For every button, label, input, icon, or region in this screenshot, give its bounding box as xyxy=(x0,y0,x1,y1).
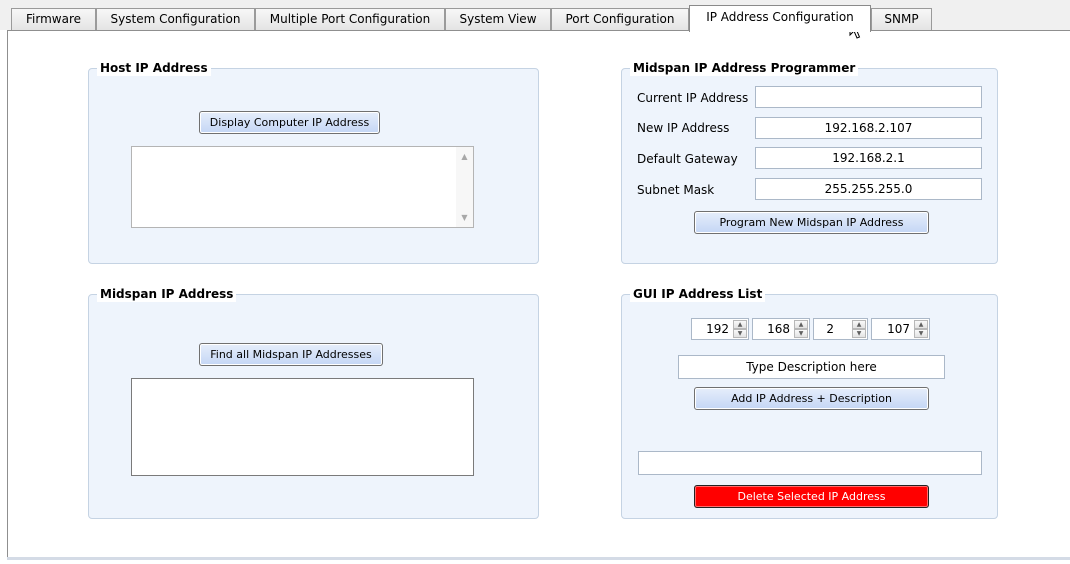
tab-system-view[interactable]: System View xyxy=(445,8,551,30)
new-ip-field[interactable]: 192.168.2.107 xyxy=(755,117,982,139)
host-ip-group-title: Host IP Address xyxy=(97,60,211,76)
tab-system-configuration[interactable]: System Configuration xyxy=(96,8,255,30)
octet-1-value[interactable]: 192 xyxy=(692,319,733,339)
spin-up-icon[interactable]: ▲ xyxy=(794,320,808,329)
spin-up-icon[interactable]: ▲ xyxy=(914,320,928,329)
selected-ip-field[interactable] xyxy=(638,451,982,475)
spin-up-icon[interactable]: ▲ xyxy=(733,320,747,329)
host-ip-scrollbar[interactable]: ▲ ▼ xyxy=(456,147,473,227)
octet-3-spinner[interactable]: 2 ▲ ▼ xyxy=(813,318,868,340)
tab-multiple-port-configuration[interactable]: Multiple Port Configuration xyxy=(255,8,445,30)
octet-4-spinner[interactable]: 107 ▲ ▼ xyxy=(871,318,930,340)
scroll-down-arrow-icon[interactable]: ▼ xyxy=(456,209,473,226)
spin-up-icon[interactable]: ▲ xyxy=(852,320,866,329)
octet-2-spin-buttons[interactable]: ▲ ▼ xyxy=(794,320,808,338)
subnet-mask-label: Subnet Mask xyxy=(637,183,715,197)
current-ip-field[interactable] xyxy=(755,86,982,108)
gui-ip-list-group-title: GUI IP Address List xyxy=(630,286,766,302)
midspan-ip-group-title: Midspan IP Address xyxy=(97,286,237,302)
tab-snmp[interactable]: SNMP xyxy=(871,8,932,30)
programmer-group-title: Midspan IP Address Programmer xyxy=(630,60,859,76)
spin-down-icon[interactable]: ▼ xyxy=(794,329,808,338)
current-ip-label: Current IP Address xyxy=(637,91,749,105)
description-field[interactable]: Type Description here xyxy=(678,355,945,379)
spin-down-icon[interactable]: ▼ xyxy=(914,329,928,338)
default-gateway-label: Default Gateway xyxy=(637,152,738,166)
delete-selected-ip-button[interactable]: Delete Selected IP Address xyxy=(694,485,929,508)
octet-2-spinner[interactable]: 168 ▲ ▼ xyxy=(752,318,810,340)
program-midspan-ip-button[interactable]: Program New Midspan IP Address xyxy=(694,211,929,234)
octet-3-value[interactable]: 2 xyxy=(814,319,838,339)
spin-down-icon[interactable]: ▼ xyxy=(733,329,747,338)
octet-4-value[interactable]: 107 xyxy=(872,319,914,339)
find-midspan-ips-button[interactable]: Find all Midspan IP Addresses xyxy=(199,343,383,366)
tab-strip: Firmware System Configuration Multiple P… xyxy=(0,0,1070,32)
subnet-mask-field[interactable]: 255.255.255.0 xyxy=(755,178,982,200)
display-computer-ip-button[interactable]: Display Computer IP Address xyxy=(199,111,380,134)
new-ip-label: New IP Address xyxy=(637,121,730,135)
scroll-up-arrow-icon[interactable]: ▲ xyxy=(456,148,473,165)
octet-1-spin-buttons[interactable]: ▲ ▼ xyxy=(733,320,747,338)
tab-firmware[interactable]: Firmware xyxy=(11,8,96,30)
add-ip-description-button[interactable]: Add IP Address + Description xyxy=(694,387,929,410)
octet-1-spinner[interactable]: 192 ▲ ▼ xyxy=(691,318,749,340)
default-gateway-field[interactable]: 192.168.2.1 xyxy=(755,147,982,169)
octet-2-value[interactable]: 168 xyxy=(753,319,794,339)
octet-4-spin-buttons[interactable]: ▲ ▼ xyxy=(914,320,928,338)
bottom-separator xyxy=(7,557,1070,560)
spin-down-icon[interactable]: ▼ xyxy=(852,329,866,338)
host-ip-listbox[interactable]: ▲ ▼ xyxy=(131,146,474,228)
midspan-ip-listbox[interactable] xyxy=(131,378,474,476)
tab-port-configuration[interactable]: Port Configuration xyxy=(551,8,689,30)
octet-3-spin-buttons[interactable]: ▲ ▼ xyxy=(852,320,866,338)
tab-ip-address-configuration[interactable]: IP Address Configuration xyxy=(689,5,871,32)
